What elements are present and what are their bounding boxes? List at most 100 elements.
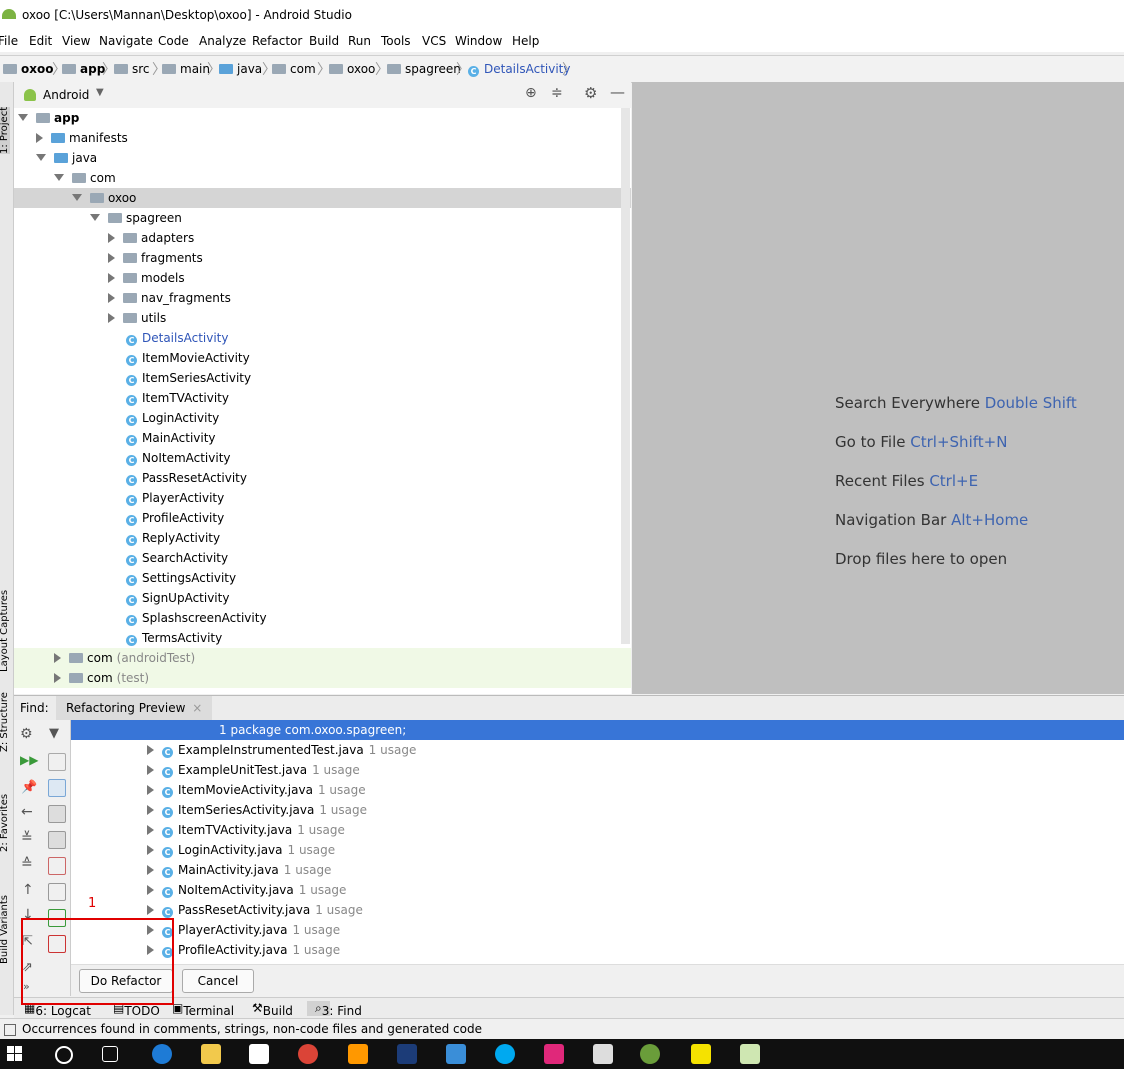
tree-item[interactable]: C PassResetActivity bbox=[14, 468, 631, 488]
tree-item[interactable]: C LoginActivity bbox=[14, 408, 631, 428]
group-by-module-icon[interactable] bbox=[48, 779, 66, 797]
menu-code[interactable]: Code bbox=[158, 34, 189, 48]
menu-build[interactable]: Build bbox=[309, 34, 339, 48]
tab-project[interactable]: 1: Project bbox=[0, 106, 10, 154]
chevron-right-icon[interactable] bbox=[147, 745, 154, 755]
chevron-down-icon[interactable] bbox=[72, 194, 82, 201]
tree-item[interactable]: models bbox=[14, 268, 631, 288]
tree-item[interactable]: fragments bbox=[14, 248, 631, 268]
cortana-icon[interactable] bbox=[55, 1046, 73, 1064]
breadcrumb-spagreen[interactable]: spagreen bbox=[387, 62, 461, 76]
result-row[interactable]: C MainActivity.java 1 usage bbox=[71, 860, 1124, 880]
merge-icon[interactable] bbox=[48, 857, 66, 875]
cancel-button[interactable]: Cancel bbox=[182, 969, 254, 993]
menu-file[interactable]: File bbox=[0, 34, 18, 48]
notepad-icon[interactable] bbox=[740, 1044, 760, 1064]
tree-item[interactable]: nav_fragments bbox=[14, 288, 631, 308]
group-by-directory-icon[interactable] bbox=[48, 831, 66, 849]
autoscroll-icon[interactable] bbox=[48, 883, 66, 901]
tree-item[interactable]: C ProfileActivity bbox=[14, 508, 631, 528]
result-row[interactable]: C ExampleInstrumentedTest.java 1 usage bbox=[71, 740, 1124, 760]
tree-item[interactable]: utils bbox=[14, 308, 631, 328]
tab-build-variants[interactable]: Build Variants bbox=[0, 895, 10, 964]
breadcrumb-com[interactable]: com bbox=[272, 62, 316, 76]
chevron-right-icon[interactable] bbox=[147, 785, 154, 795]
menu-view[interactable]: View bbox=[62, 34, 90, 48]
chrome-icon[interactable] bbox=[298, 1044, 318, 1064]
gear-icon[interactable]: ⚙ bbox=[584, 84, 597, 102]
tree-item[interactable]: C TermsActivity bbox=[14, 628, 631, 648]
chevron-right-icon[interactable] bbox=[147, 765, 154, 775]
tree-item[interactable]: C ItemMovieActivity bbox=[14, 348, 631, 368]
chevron-right-icon[interactable] bbox=[147, 885, 154, 895]
tree-item[interactable]: oxoo bbox=[14, 188, 631, 208]
chevron-right-icon[interactable] bbox=[147, 845, 154, 855]
tree-item[interactable]: adapters bbox=[14, 228, 631, 248]
chevron-down-icon[interactable] bbox=[18, 114, 28, 121]
result-row[interactable]: C LoginActivity.java 1 usage bbox=[71, 840, 1124, 860]
edge-icon[interactable] bbox=[152, 1044, 172, 1064]
tree-item[interactable]: C PlayerActivity bbox=[14, 488, 631, 508]
result-row[interactable]: C ItemSeriesActivity.java 1 usage bbox=[71, 800, 1124, 820]
scroll-from-source-icon[interactable]: ⊕ bbox=[525, 85, 537, 101]
tab-layout-captures[interactable]: Layout Captures bbox=[0, 590, 10, 672]
mail-icon[interactable] bbox=[249, 1044, 269, 1064]
up-icon[interactable]: ↑ bbox=[22, 882, 34, 898]
menu-refactor[interactable]: Refactor bbox=[252, 34, 302, 48]
tree-item[interactable]: C SearchActivity bbox=[14, 548, 631, 568]
result-row[interactable]: C PassResetActivity.java 1 usage bbox=[71, 900, 1124, 920]
windows-start-icon[interactable] bbox=[7, 1044, 27, 1064]
chevron-right-icon[interactable] bbox=[36, 133, 43, 143]
file-explorer-icon[interactable] bbox=[201, 1044, 221, 1064]
breadcrumb-oxoo-package[interactable]: oxoo bbox=[329, 62, 375, 76]
chevron-right-icon[interactable] bbox=[54, 673, 61, 683]
tree-item[interactable]: C NoItemActivity bbox=[14, 448, 631, 468]
rerun-icon[interactable]: ▶▶ bbox=[20, 753, 38, 767]
breadcrumb-oxoo[interactable]: oxoo bbox=[3, 62, 53, 76]
tab-favorites[interactable]: 2: Favorites bbox=[0, 794, 10, 852]
tool-build[interactable]: ⚒ Build bbox=[252, 1001, 293, 1018]
chevron-right-icon[interactable] bbox=[147, 865, 154, 875]
task-view-icon[interactable] bbox=[102, 1046, 118, 1062]
menu-run[interactable]: Run bbox=[348, 34, 371, 48]
result-row[interactable]: C ExampleUnitTest.java 1 usage bbox=[71, 760, 1124, 780]
tree-item[interactable]: C SettingsActivity bbox=[14, 568, 631, 588]
results-header[interactable]: 1 package com.oxoo.spagreen; bbox=[71, 720, 1124, 740]
menu-edit[interactable]: Edit bbox=[29, 34, 52, 48]
tree-item[interactable]: spagreen bbox=[14, 208, 631, 228]
menu-analyze[interactable]: Analyze bbox=[199, 34, 246, 48]
sticky-notes-icon[interactable] bbox=[691, 1044, 711, 1064]
gear-icon[interactable]: ⚙ bbox=[20, 726, 33, 742]
breadcrumb-main[interactable]: main bbox=[162, 62, 210, 76]
chevron-right-icon[interactable] bbox=[108, 293, 115, 303]
snipping-tool-icon[interactable] bbox=[593, 1044, 613, 1064]
tool-find[interactable]: ⌕ 3: Find bbox=[307, 1001, 362, 1018]
chevron-right-icon[interactable] bbox=[147, 805, 154, 815]
view-selector[interactable]: Android bbox=[43, 88, 89, 102]
pin-icon[interactable]: 📌 bbox=[21, 780, 37, 795]
group-by-package-icon[interactable] bbox=[48, 805, 66, 823]
tree-item[interactable]: com (androidTest) bbox=[14, 648, 631, 668]
breadcrumb-java[interactable]: java bbox=[219, 62, 262, 76]
chevron-right-icon[interactable] bbox=[147, 905, 154, 915]
collapse-all-icon[interactable]: ≙ bbox=[21, 856, 33, 872]
tab-refactoring-preview[interactable]: Refactoring Preview × bbox=[56, 696, 213, 720]
chevron-down-icon[interactable]: ▼ bbox=[96, 87, 104, 98]
chevron-down-icon[interactable] bbox=[54, 174, 64, 181]
tree-item[interactable]: com bbox=[14, 168, 631, 188]
result-row[interactable]: C ProfileActivity.java 1 usage bbox=[71, 940, 1124, 960]
chevron-right-icon[interactable] bbox=[54, 653, 61, 663]
result-row[interactable]: C ItemMovieActivity.java 1 usage bbox=[71, 780, 1124, 800]
chevron-right-icon[interactable] bbox=[108, 233, 115, 243]
chevron-right-icon[interactable] bbox=[108, 253, 115, 263]
menu-vcs[interactable]: VCS bbox=[422, 34, 446, 48]
menu-navigate[interactable]: Navigate bbox=[99, 34, 153, 48]
android-studio-taskbar-icon[interactable] bbox=[640, 1044, 660, 1064]
breadcrumb-detailsactivity[interactable]: C DetailsActivity bbox=[468, 62, 570, 77]
hide-icon[interactable]: — bbox=[610, 83, 625, 101]
breadcrumb-src[interactable]: src bbox=[114, 62, 150, 76]
chevron-right-icon[interactable] bbox=[108, 313, 115, 323]
result-row[interactable]: C NoItemActivity.java 1 usage bbox=[71, 880, 1124, 900]
visual-studio-icon[interactable] bbox=[446, 1044, 466, 1064]
photoshop-icon[interactable] bbox=[397, 1044, 417, 1064]
